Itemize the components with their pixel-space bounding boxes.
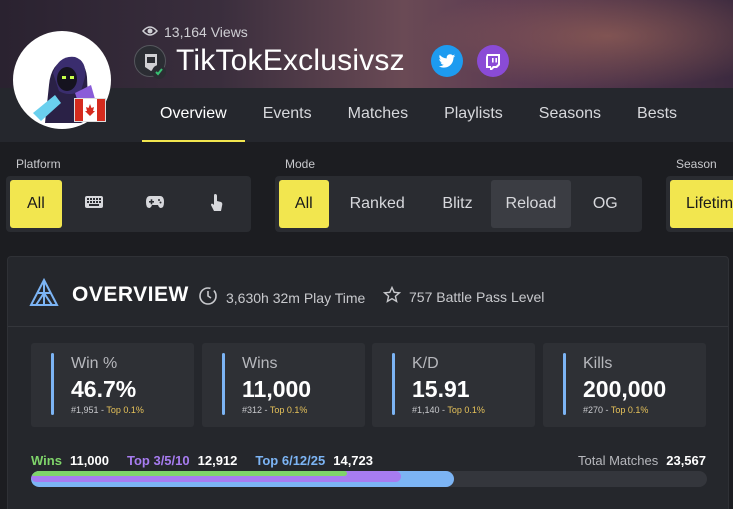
tab-bests[interactable]: Bests xyxy=(619,88,695,142)
stat-card-wins: Wins 11,000 #312 - Top 0.1% xyxy=(202,343,365,427)
stat-rank-percentile: Top 0.1% xyxy=(447,405,485,415)
stat-rank: #1,140 - Top 0.1% xyxy=(412,405,485,415)
wins-bar-segment xyxy=(31,471,347,476)
twitter-icon[interactable] xyxy=(430,45,463,77)
views-text: 13,164 Views xyxy=(164,24,248,40)
stat-label: Wins xyxy=(242,355,278,372)
stat-card-kills: Kills 200,000 #270 - Top 0.1% xyxy=(543,343,706,427)
twitch-icon[interactable] xyxy=(476,45,509,77)
total-matches-value: 23,567 xyxy=(666,453,706,468)
tab-events[interactable]: Events xyxy=(245,88,330,142)
mode-og-button[interactable]: OG xyxy=(573,180,638,228)
top6-legend-label: Top 6/12/25 xyxy=(255,453,326,468)
platform-label: Platform xyxy=(16,157,61,171)
stat-rank-position: #1,140 xyxy=(412,405,440,415)
stat-rank-percentile: Top 0.1% xyxy=(610,405,649,415)
top6-legend-value: 14,723 xyxy=(333,453,373,468)
stat-value: 11,000 xyxy=(242,376,312,402)
stat-card-kd: K/D 15.91 #1,140 - Top 0.1% xyxy=(372,343,535,427)
tab-playlists[interactable]: Playlists xyxy=(426,88,521,142)
canada-flag-icon xyxy=(74,98,106,122)
mode-filter: All Ranked Blitz Reload OG xyxy=(275,176,642,232)
season-label: Season xyxy=(676,157,717,171)
gamepad-icon xyxy=(145,195,165,214)
mode-label: Mode xyxy=(285,157,316,171)
wins-legend-label: Wins xyxy=(31,453,62,468)
wins-legend-value: 11,000 xyxy=(69,453,109,468)
tab-matches[interactable]: Matches xyxy=(330,88,426,142)
stat-rank: #270 - Top 0.1% xyxy=(583,405,649,415)
stat-rank-position: #1,951 xyxy=(71,405,99,415)
stat-rank-position: #312 xyxy=(242,405,263,415)
overview-panel: OVERVIEW 3,630h 32m Play Time 757 Battle… xyxy=(7,256,729,509)
stat-accent-bar xyxy=(51,353,54,415)
placement-totals: Wins 11,000 Top 3/5/10 12,912 Top 6/12/2… xyxy=(31,453,373,468)
battle-pass: 757 Battle Pass Level xyxy=(382,285,545,307)
stat-label: Kills xyxy=(583,355,613,372)
stat-rank-position: #270 xyxy=(583,405,604,415)
placement-progress-bar xyxy=(31,471,707,487)
platform-filter: All xyxy=(6,176,251,232)
stat-value: 46.7% xyxy=(71,376,137,402)
total-matches-label: Total Matches xyxy=(578,453,659,468)
battle-pass-text: 757 Battle Pass Level xyxy=(409,288,545,305)
stat-rank-percentile: Top 0.1% xyxy=(269,405,308,415)
clock-icon xyxy=(198,286,218,309)
keyboard-icon xyxy=(84,195,104,214)
season-filter: Lifetim xyxy=(666,176,733,232)
verified-icon xyxy=(152,65,166,79)
overview-title: OVERVIEW xyxy=(72,283,189,306)
controller-button[interactable] xyxy=(126,180,186,228)
touch-icon xyxy=(209,192,225,217)
mode-blitz-button[interactable]: Blitz xyxy=(426,180,489,228)
stat-value: 200,000 xyxy=(583,376,667,402)
mode-ranked-button[interactable]: Ranked xyxy=(331,180,424,228)
pyramid-logo-icon xyxy=(28,277,60,314)
keyboard-button[interactable] xyxy=(64,180,124,228)
mode-all-button[interactable]: All xyxy=(279,180,329,228)
stat-value: 15.91 xyxy=(412,376,470,402)
tab-overview[interactable]: Overview xyxy=(142,88,245,142)
stat-rank: #312 - Top 0.1% xyxy=(242,405,308,415)
stat-accent-bar xyxy=(392,353,395,415)
epic-games-icon[interactable] xyxy=(134,45,166,79)
stat-rank-percentile: Top 0.1% xyxy=(106,405,144,415)
profile-tabs: Overview Events Matches Playlists Season… xyxy=(142,88,695,142)
stat-accent-bar xyxy=(222,353,225,415)
stat-accent-bar xyxy=(563,353,566,415)
tab-seasons[interactable]: Seasons xyxy=(521,88,619,142)
platform-all-button[interactable]: All xyxy=(10,180,62,228)
mode-reload-button[interactable]: Reload xyxy=(491,180,571,228)
top3-legend-value: 12,912 xyxy=(197,453,238,468)
total-matches: Total Matches 23,567 xyxy=(578,453,706,468)
stat-card-win-percent: Win % 46.7% #1,951 - Top 0.1% xyxy=(31,343,194,427)
stat-label: Win % xyxy=(71,355,118,372)
play-time-text: 3,630h 32m Play Time xyxy=(226,289,366,306)
overview-header: OVERVIEW 3,630h 32m Play Time 757 Battle… xyxy=(8,257,728,327)
season-lifetime-button[interactable]: Lifetim xyxy=(670,180,733,228)
views-count: 13,164 Views xyxy=(142,24,248,40)
stat-rank: #1,951 - Top 0.1% xyxy=(71,405,144,415)
stat-label: K/D xyxy=(412,355,439,372)
star-icon xyxy=(382,285,402,307)
touch-button[interactable] xyxy=(187,180,247,228)
top3-legend-label: Top 3/5/10 xyxy=(127,453,190,468)
player-name: TikTokExclusivsz xyxy=(176,44,405,77)
eye-icon xyxy=(142,24,158,40)
play-time: 3,630h 32m Play Time xyxy=(198,286,365,309)
name-row: TikTokExclusivsz xyxy=(134,44,509,79)
